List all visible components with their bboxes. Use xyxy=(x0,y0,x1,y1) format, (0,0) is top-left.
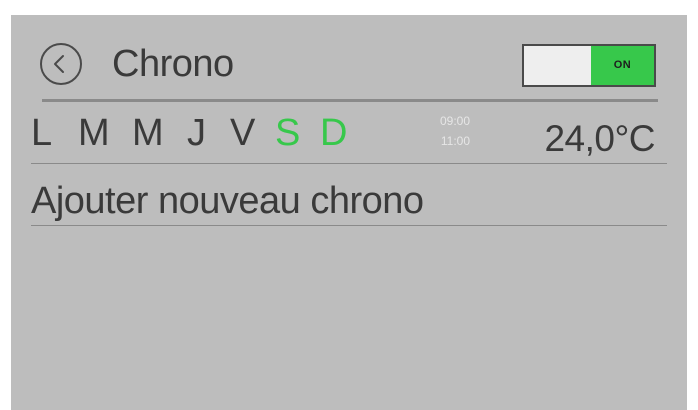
row-divider xyxy=(31,163,667,164)
day-sunday: D xyxy=(320,112,348,154)
chrono-toggle[interactable]: ON xyxy=(522,44,656,87)
day-wednesday: M xyxy=(132,112,164,154)
day-monday: L xyxy=(31,112,53,154)
toggle-on-label: ON xyxy=(591,46,654,85)
end-time: 11:00 xyxy=(440,134,470,148)
add-row-divider xyxy=(31,225,667,226)
day-thursday: J xyxy=(187,112,206,154)
page-title: Chrono xyxy=(112,43,234,85)
day-tuesday: M xyxy=(78,112,110,154)
chrono-entry-row[interactable]: L M M J V S D 09:00 11:00 24,0°C xyxy=(11,103,687,163)
add-chrono-button[interactable]: Ajouter nouveau chrono xyxy=(31,179,424,223)
temperature-value: 24,0°C xyxy=(544,118,655,159)
chrono-screen: Chrono ON L M M J V S D 09:00 11:00 24,0… xyxy=(11,15,687,410)
start-time: 09:00 xyxy=(439,114,470,128)
chevron-left-icon xyxy=(54,55,64,73)
header-divider xyxy=(42,99,658,102)
back-button[interactable] xyxy=(40,43,82,85)
day-saturday: S xyxy=(275,112,301,154)
day-friday: V xyxy=(230,112,256,154)
